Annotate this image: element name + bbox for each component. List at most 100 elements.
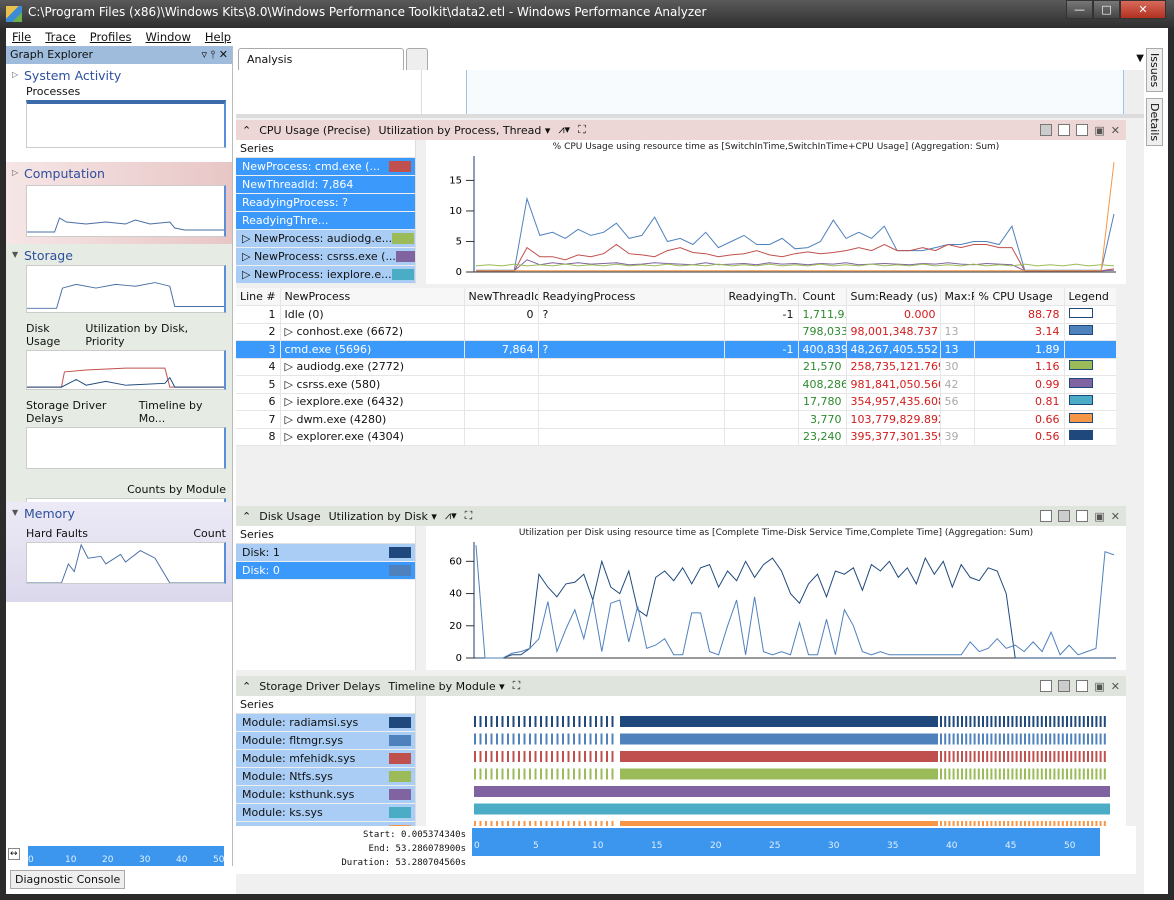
ge-sub-hard-faults[interactable]: Hard Faults — [26, 527, 88, 540]
disk-preset-dropdown[interactable]: Utilization by Disk ▾ — [329, 510, 437, 523]
series-item[interactable]: Module: Ntfs.sys — [236, 768, 415, 786]
sdd-thumbnail[interactable] — [26, 427, 226, 469]
menu-window[interactable]: Window — [146, 30, 191, 44]
hard-faults-thumbnail[interactable] — [26, 542, 226, 584]
sdd-preset-dropdown[interactable]: Timeline by Module ▾ — [388, 680, 504, 693]
series-item[interactable]: Module: ksthunk.sys — [236, 786, 415, 804]
series-item[interactable]: ReadyingThre... — [236, 212, 415, 230]
collapse-panel-icon[interactable]: ⌃ — [242, 510, 251, 523]
graph-only-icon[interactable] — [1076, 123, 1089, 136]
side-tab-details[interactable]: Details — [1146, 98, 1163, 147]
table-row[interactable]: 4 ▷ audiodg.exe (2772) 21,570 258,735,121.7… — [236, 358, 1116, 376]
expand-icon[interactable]: ▷ — [12, 70, 18, 79]
table-row[interactable]: 8 ▷ explorer.exe (4304) 23,240 395,377,301.… — [236, 428, 1116, 446]
ge-section-memory[interactable]: ▼ Memory Hard Faults Count — [6, 502, 232, 602]
computation-thumbnail[interactable] — [26, 185, 226, 237]
column-header[interactable]: Legend — [1064, 288, 1116, 306]
close-panel-icon[interactable]: ✕ — [1111, 680, 1120, 693]
column-header[interactable]: NewProcess — [280, 288, 465, 306]
fit-selection-icon[interactable]: ⛶ — [465, 509, 473, 523]
graph-type-icon[interactable]: ⩘▾ — [558, 123, 570, 137]
series-item[interactable]: Module: fltmgr.sys — [236, 732, 415, 750]
disk-chart-svg[interactable]: 0 20 40 60 — [426, 526, 1126, 670]
pin-icon[interactable]: ⫯ — [210, 48, 215, 61]
close-panel-icon[interactable]: ✕ — [1111, 510, 1120, 523]
series-item[interactable]: Disk: 0 — [236, 562, 415, 580]
menu-profiles[interactable]: Profiles — [90, 30, 132, 44]
main-timeline-ruler[interactable]: 0 5 10 15 20 25 30 35 40 45 50 — [472, 828, 1100, 856]
series-item[interactable]: Module: mfehidk.sys — [236, 750, 415, 768]
sdd-timeline-chart[interactable] — [426, 696, 1126, 826]
graph-type-icon[interactable]: ⩘▾ — [445, 509, 457, 523]
maximize-panel-icon[interactable]: ▣ — [1094, 124, 1104, 137]
cpu-chart[interactable]: % CPU Usage using resource time as [Swit… — [426, 140, 1126, 284]
fit-selection-icon[interactable]: ⛶ — [578, 123, 586, 137]
table-row[interactable]: 5 ▷ csrss.exe (580) 408,286 981,841,050.560… — [236, 375, 1116, 394]
table-row[interactable]: 2 ▷ conhost.exe (6672) 798,033 98,001,348.7… — [236, 323, 1116, 341]
zoom-fit-icon[interactable]: ↔ — [8, 848, 20, 860]
mini-timeline[interactable]: 0 10 20 30 40 50 — [28, 846, 224, 866]
series-item[interactable]: ▷ NewProcess: iexplore.e... — [236, 266, 415, 284]
graph-and-table-icon[interactable] — [1040, 123, 1053, 136]
ge-sub-disk-usage[interactable]: Disk Usage — [26, 322, 85, 348]
graph-and-table-icon[interactable] — [1040, 509, 1053, 522]
cpu-preset-dropdown[interactable]: Utilization by Process, Thread ▾ — [379, 124, 551, 137]
collapse-panel-icon[interactable]: ⌃ — [242, 124, 251, 137]
table-row[interactable]: 3 cmd.exe (5696) 7,864? -1 400,839 48,267,405… — [236, 340, 1116, 359]
collapse-panel-icon[interactable]: ⌃ — [242, 680, 251, 693]
maximize-panel-icon[interactable]: ▣ — [1094, 680, 1104, 693]
menu-trace[interactable]: Trace — [45, 30, 76, 44]
menu-help[interactable]: Help — [205, 30, 231, 44]
close-pane-icon[interactable]: ✕ — [219, 48, 228, 61]
series-item[interactable]: Module: ks.sys — [236, 804, 415, 822]
table-row[interactable]: 1Idle (0)0?-11,711,9...0.000 88.78 — [236, 305, 1116, 324]
series-item[interactable]: Module: radiamsi.sys — [236, 714, 415, 732]
processes-thumbnail[interactable] — [26, 100, 226, 148]
ge-section-storage[interactable]: ▼ Storage Disk Usage Utilization by Disk,… — [6, 244, 232, 530]
minimize-button[interactable]: — — [1066, 0, 1093, 19]
tab-menu-icon[interactable]: ▼ — [1136, 53, 1144, 64]
column-header[interactable]: Sum:Ready (us) — [846, 288, 941, 306]
ge-section-system-activity[interactable]: ▷ System Activity Processes — [6, 64, 232, 162]
collapse-icon[interactable]: ▼ — [12, 508, 18, 517]
column-header[interactable]: ReadyingProcess — [538, 288, 725, 306]
fit-selection-icon[interactable]: ⛶ — [513, 679, 521, 693]
graph-and-table-icon[interactable] — [1040, 679, 1053, 692]
table-only-icon[interactable] — [1058, 123, 1071, 136]
collapse-icon[interactable]: ▼ — [12, 250, 18, 259]
new-tab-button[interactable] — [406, 48, 428, 70]
table-row[interactable]: 6 ▷ iexplore.exe (6432) 17,780 354,957,435.… — [236, 393, 1116, 411]
series-item[interactable]: ReadyingProcess: ? — [236, 194, 415, 212]
menu-file[interactable]: File — [12, 30, 31, 44]
column-header[interactable]: Line # — [236, 288, 281, 306]
diagnostic-console-button[interactable]: Diagnostic Console — [10, 870, 126, 889]
close-panel-icon[interactable]: ✕ — [1111, 124, 1120, 137]
cpu-chart-svg[interactable]: 0 5 10 15 — [426, 140, 1126, 284]
storage-thumbnail[interactable] — [26, 265, 226, 313]
column-header[interactable]: NewThreadId — [464, 288, 539, 306]
series-item[interactable]: ▷ NewProcess: csrss.exe (... — [236, 248, 415, 266]
maximize-button[interactable]: □ — [1093, 0, 1120, 19]
graph-only-icon[interactable] — [1076, 679, 1089, 692]
close-button[interactable]: ✕ — [1120, 0, 1166, 19]
expand-icon[interactable]: ▷ — [12, 168, 18, 177]
column-header[interactable]: ReadyingTh... — [724, 288, 799, 306]
column-header[interactable]: Count — [798, 288, 847, 306]
series-item[interactable]: NewProcess: cmd.exe (... — [236, 158, 415, 176]
table-row[interactable]: 7 ▷ dwm.exe (4280) 3,770 103,779,829.892 0.6… — [236, 410, 1116, 429]
ge-section-computation[interactable]: ▷ Computation — [6, 162, 232, 244]
column-header[interactable]: % CPU Usage — [974, 288, 1065, 306]
maximize-panel-icon[interactable]: ▣ — [1094, 510, 1104, 523]
ge-sub-storage-driver-delays[interactable]: Storage Driver Delays — [26, 399, 139, 425]
graph-only-left-icon[interactable] — [1058, 679, 1071, 692]
column-header[interactable]: Max:R — [940, 288, 975, 306]
graph-only-left-icon[interactable] — [1058, 509, 1071, 522]
tab-analysis[interactable]: Analysis — [238, 48, 404, 70]
dropdown-icon[interactable]: ▿ — [201, 48, 207, 61]
series-item[interactable]: NewThreadId: 7,864 — [236, 176, 415, 194]
series-item[interactable]: Disk: 1 — [236, 544, 415, 562]
side-tab-issues[interactable]: Issues — [1146, 48, 1163, 93]
graph-only-icon[interactable] — [1076, 509, 1089, 522]
series-item[interactable]: ▷ NewProcess: audiodg.e... — [236, 230, 415, 248]
disk-usage-thumbnail[interactable] — [26, 350, 226, 390]
